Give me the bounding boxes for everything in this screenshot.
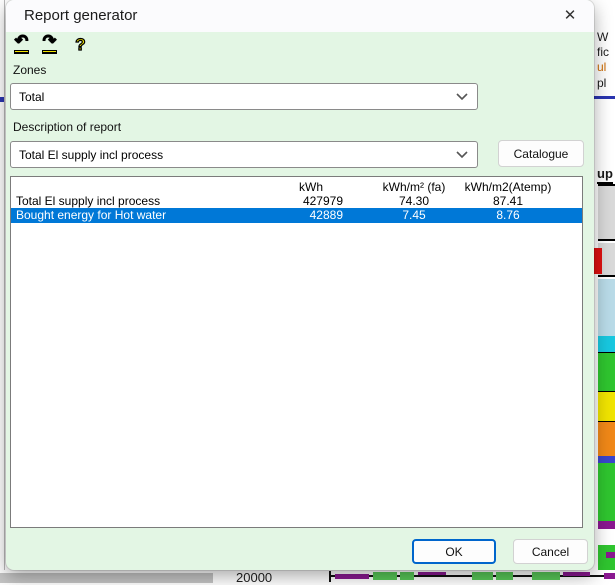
stacked-bar-segment-orange	[598, 421, 615, 456]
dialog-title: Report generator	[24, 7, 137, 24]
bar-segment-green	[400, 572, 414, 580]
zones-label: Zones	[13, 63, 46, 77]
redo-button[interactable]: ↷	[38, 34, 61, 58]
background-text-fragment: fic	[597, 45, 609, 59]
column-header-kwh-m2-fa: kWh/m² (fa)	[371, 180, 457, 194]
column-header-kwh: kWh	[261, 180, 361, 194]
bar-segment-purple	[604, 573, 615, 579]
background-text-fragment: pl	[597, 76, 606, 90]
help-button[interactable]: ?	[69, 34, 92, 58]
row-kwh-m2-fa: 7.45	[371, 208, 457, 222]
bar-segment-purple	[563, 572, 590, 576]
description-label: Description of report	[13, 120, 121, 134]
bar-segment-green	[373, 572, 397, 580]
help-icon: ?	[69, 34, 92, 56]
stacked-bar-segment-cyan	[598, 336, 615, 352]
cancel-button[interactable]: Cancel	[513, 539, 588, 564]
report-generator-dialog: Report generator ✕ ↶ ↷ ? Zones Total Des…	[6, 0, 594, 570]
redo-icon: ↷	[38, 34, 61, 49]
bar-segment-green	[532, 572, 560, 580]
close-icon[interactable]: ✕	[556, 4, 584, 28]
row-kwh-m2-atemp: 8.76	[456, 208, 560, 222]
stacked-bar-segment-grey	[598, 184, 615, 241]
zones-select[interactable]: Total	[10, 83, 478, 110]
bar-segment-green	[472, 572, 493, 580]
background-text-fragment: W	[597, 30, 608, 44]
background-text-fragment: ul	[597, 60, 606, 74]
row-kwh: 42889	[271, 208, 343, 222]
stacked-bar-segment-blue	[598, 456, 615, 463]
stacked-bar-segment-green	[598, 352, 615, 391]
row-kwh: 427979	[271, 194, 343, 208]
background-window-bottom: 20000	[0, 570, 615, 583]
stacked-bar-segment-paleblue	[598, 279, 615, 336]
background-blue-rule	[594, 96, 615, 99]
background-grey-band	[0, 573, 213, 583]
stacked-bar-segment-green	[598, 545, 615, 571]
row-kwh-m2-atemp: 87.41	[456, 194, 560, 208]
undo-button[interactable]: ↶	[10, 34, 33, 58]
redo-icon-base	[42, 50, 57, 54]
ok-button[interactable]: OK	[412, 539, 496, 564]
stacked-bar-segment-purple	[598, 521, 615, 529]
bar-segment-purple	[335, 574, 369, 579]
bar-segment-green	[496, 572, 513, 580]
report-list-header: kWh kWh/m² (fa) kWh/m2(Atemp)	[11, 180, 582, 195]
report-list[interactable]: kWh kWh/m² (fa) kWh/m2(Atemp) Total El s…	[10, 176, 583, 528]
background-text-fragment: up	[597, 166, 613, 184]
description-selected-value: Total El supply incl process	[19, 148, 455, 162]
row-name: Total El supply incl process	[16, 194, 160, 208]
background-window-right: W fic ul pl up	[594, 0, 615, 583]
description-select[interactable]: Total El supply incl process	[10, 141, 478, 168]
undo-icon: ↶	[10, 34, 33, 49]
toolbar: ↶ ↷ ?	[10, 34, 92, 60]
undo-icon-base	[14, 50, 29, 54]
chevron-down-icon	[455, 150, 469, 160]
background-blue-mark	[0, 97, 4, 102]
row-kwh-m2-fa: 74.30	[371, 194, 457, 208]
stacked-bar-segment-red	[594, 248, 602, 274]
titlebar[interactable]: Report generator ✕	[6, 0, 594, 32]
chevron-down-icon	[455, 92, 469, 102]
table-row[interactable]: Total El supply incl process 427979 74.3…	[11, 194, 582, 209]
bar-segment-purple	[418, 572, 446, 575]
zones-selected-value: Total	[19, 90, 455, 104]
table-row-selected[interactable]: Bought energy for Hot water 42889 7.45 8…	[11, 208, 582, 223]
row-name: Bought energy for Hot water	[16, 208, 166, 222]
column-header-kwh-m2-atemp: kWh/m2(Atemp)	[456, 180, 560, 194]
stacked-bar-segment-yellow	[598, 391, 615, 421]
stacked-bar-segment-purple	[606, 552, 615, 558]
stacked-bar-segment-green	[598, 463, 615, 521]
catalogue-button[interactable]: Catalogue	[498, 140, 584, 167]
background-window-edge	[4, 0, 5, 570]
